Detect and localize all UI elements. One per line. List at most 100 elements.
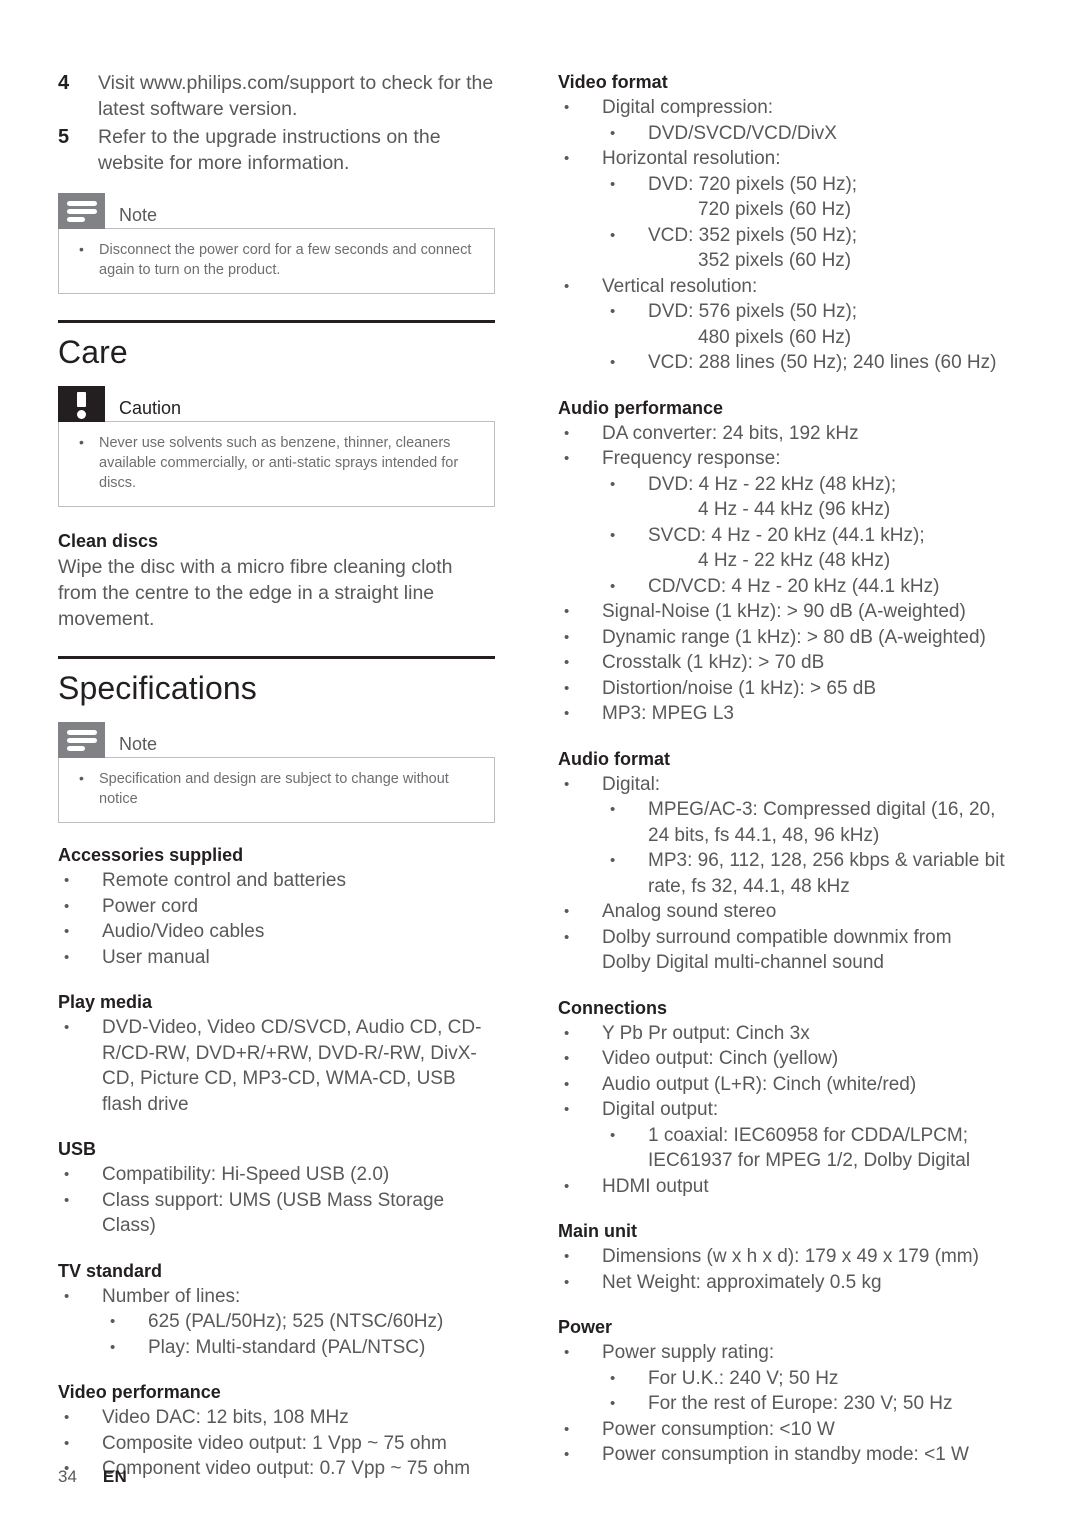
heading-video-format: Video format — [558, 72, 668, 92]
list-item: User manual — [58, 945, 495, 971]
list-subitem: DVD: 720 pixels (50 Hz); 720 pixels (60 … — [558, 172, 1005, 223]
list-subitem-text: SVCD: 4 Hz - 20 kHz (44.1 kHz); — [648, 524, 925, 546]
heading-main-unit: Main unit — [558, 1221, 637, 1241]
list-subitem: VCD: 352 pixels (50 Hz); 352 pixels (60 … — [558, 223, 1005, 274]
note-callout-body: Disconnect the power cord for a few seco… — [58, 228, 495, 294]
usb-list: Compatibility: Hi-Speed USB (2.0) Class … — [58, 1162, 495, 1239]
list-item: Power consumption in standby mode: <1 W — [558, 1442, 1005, 1468]
heading-audio-performance: Audio performance — [558, 397, 724, 418]
manual-page: 4 Visit www.philips.com/support to check… — [0, 0, 1080, 1527]
heading-tv-standard: TV standard — [58, 1260, 163, 1281]
step-text: Refer to the upgrade instructions on the… — [98, 126, 441, 174]
page-title-care: Care — [58, 334, 128, 370]
list-subitem-continuation: IEC61937 for MPEG 1/2, Dolby Digital — [648, 1150, 971, 1171]
list-subitem: CD/VCD: 4 Hz - 20 kHz (44.1 kHz) — [558, 574, 1005, 600]
caution-callout: Caution Never use solvents such as benze… — [58, 386, 495, 507]
page-footer: 34 EN — [58, 1467, 127, 1487]
list-subitem: For the rest of Europe: 230 V; 50 Hz — [558, 1391, 1005, 1417]
list-item: Y Pb Pr output: Cinch 3x — [558, 1021, 1005, 1047]
list-subitem-text: DVD: 576 pixels (50 Hz); — [648, 301, 858, 322]
list-item: Analog sound stereo — [558, 899, 1005, 925]
list-item: Remote control and batteries — [58, 868, 495, 894]
note-callout: Note Disconnect the power cord for a few… — [58, 193, 495, 294]
list-item: Horizontal resolution: — [558, 146, 1005, 172]
list-subitem-text: DVD: 4 Hz - 22 kHz (48 kHz); — [648, 473, 897, 495]
caution-item: Never use solvents such as benzene, thin… — [73, 432, 480, 493]
audio-format-list: Digital: MPEG/AC-3: Compressed digital (… — [558, 772, 1005, 976]
list-subitem: MPEG/AC-3: Compressed digital (16, 20, 2… — [558, 797, 1005, 848]
main-unit-list: Dimensions (w x h x d): 179 x 49 x 179 (… — [558, 1244, 1005, 1295]
list-subitem: DVD/SVCD/VCD/DivX — [558, 121, 1005, 147]
heading-audio-format: Audio format — [558, 748, 670, 769]
list-item: Distortion/noise (1 kHz): > 65 dB — [558, 676, 1005, 702]
page-title-specifications: Specifications — [58, 670, 257, 706]
note-icon — [58, 193, 105, 229]
list-subitem-text: DVD: 720 pixels (50 Hz); — [648, 173, 858, 195]
list-subitem: For U.K.: 240 V; 50 Hz — [558, 1366, 1005, 1392]
list-item: Audio output (L+R): Cinch (white/red) — [558, 1072, 1005, 1098]
clean-discs-text: Wipe the disc with a micro fibre cleanin… — [58, 556, 453, 630]
accessories-supplied-list: Remote control and batteries Power cord … — [58, 868, 495, 970]
list-subitem: MP3: 96, 112, 128, 256 kbps & variable b… — [558, 848, 1005, 899]
list-item: Digital compression: — [558, 95, 1005, 121]
specifications-note-body: Specification and design are subject to … — [58, 757, 495, 823]
section-rule-specifications — [58, 656, 495, 659]
list-subitem: 1 coaxial: IEC60958 for CDDA/LPCM; IEC61… — [558, 1123, 1005, 1174]
list-item: Dimensions (w x h x d): 179 x 49 x 179 (… — [558, 1244, 1005, 1270]
list-subitem: VCD: 288 lines (50 Hz); 240 lines (60 Hz… — [558, 350, 1005, 376]
heading-power: Power — [558, 1317, 613, 1337]
list-item: Class support: UMS (USB Mass Storage Cla… — [58, 1188, 495, 1239]
list-item: Power supply rating: — [558, 1340, 1005, 1366]
note-item: Specification and design are subject to … — [73, 768, 480, 809]
numbered-steps: 4 Visit www.philips.com/support to check… — [58, 70, 495, 176]
note-item: Disconnect the power cord for a few seco… — [73, 239, 480, 280]
page-language: EN — [102, 1467, 128, 1486]
page-number: 34 — [58, 1467, 77, 1486]
heading-play-media: Play media — [58, 992, 153, 1012]
list-item: Net Weight: approximately 0.5 kg — [558, 1270, 1005, 1296]
list-item: Power cord — [58, 894, 495, 920]
video-format-list: Digital compression: DVD/SVCD/VCD/DivX H… — [558, 95, 1005, 376]
step-item: 5 Refer to the upgrade instructions on t… — [58, 124, 495, 176]
list-subitem-continuation: 4 Hz - 44 kHz (96 kHz) — [698, 499, 891, 520]
list-item: Composite video output: 1 Vpp ~ 75 ohm — [58, 1431, 495, 1457]
heading-usb: USB — [58, 1139, 97, 1159]
list-subitem-continuation: 720 pixels (60 Hz) — [698, 199, 852, 220]
list-subitem-text: VCD: 352 pixels (50 Hz); — [648, 224, 858, 246]
list-item: MP3: MPEG L3 — [558, 701, 1005, 727]
step-number: 5 — [58, 126, 70, 148]
list-subitem: SVCD: 4 Hz - 20 kHz (44.1 kHz); 4 Hz - 2… — [558, 523, 1005, 574]
list-item: Compatibility: Hi-Speed USB (2.0) — [58, 1162, 495, 1188]
caution-icon — [58, 386, 105, 422]
caution-callout-body: Never use solvents such as benzene, thin… — [58, 421, 495, 507]
section-rule-care — [58, 320, 495, 323]
step-text: Visit www.philips.com/support to check f… — [98, 72, 494, 120]
list-subitem: DVD: 576 pixels (50 Hz); 480 pixels (60 … — [558, 299, 1005, 350]
list-item: HDMI output — [558, 1174, 1005, 1200]
list-item: Audio/Video cables — [58, 919, 495, 945]
list-subitem: 625 (PAL/50Hz); 525 (NTSC/60Hz) — [58, 1309, 495, 1335]
note-icon — [58, 722, 105, 758]
list-subitem-text: 1 coaxial: IEC60958 for CDDA/LPCM; — [648, 1124, 968, 1146]
list-item: Vertical resolution: — [558, 274, 1005, 300]
list-subitem: Play: Multi-standard (PAL/NTSC) — [58, 1335, 495, 1361]
list-item: Video DAC: 12 bits, 108 MHz — [58, 1405, 495, 1431]
step-number: 4 — [58, 72, 70, 94]
heading-connections: Connections — [558, 997, 668, 1018]
heading-clean-discs: Clean discs — [58, 531, 159, 551]
list-item: Dynamic range (1 kHz): > 80 dB (A-weight… — [558, 625, 1005, 651]
specifications-note-header: Note — [58, 722, 495, 758]
step-item: 4 Visit www.philips.com/support to check… — [58, 70, 495, 122]
list-item: Frequency response: — [558, 446, 1005, 472]
list-item: Digital: — [558, 772, 1005, 798]
left-column: 4 Visit www.philips.com/support to check… — [58, 70, 495, 1482]
audio-performance-list: DA converter: 24 bits, 192 kHz Frequency… — [558, 421, 1005, 727]
list-item: DVD-Video, Video CD/SVCD, Audio CD, CD-R… — [58, 1015, 495, 1117]
list-item: Video output: Cinch (yellow) — [558, 1046, 1005, 1072]
list-item: Number of lines: — [58, 1284, 495, 1310]
note-callout-title: Note — [119, 205, 158, 225]
list-subitem-continuation: 4 Hz - 22 kHz (48 kHz) — [698, 550, 891, 571]
tv-standard-list: Number of lines: 625 (PAL/50Hz); 525 (NT… — [58, 1284, 495, 1361]
list-item: Power consumption: <10 W — [558, 1417, 1005, 1443]
list-subitem-continuation: 352 pixels (60 Hz) — [698, 250, 852, 271]
